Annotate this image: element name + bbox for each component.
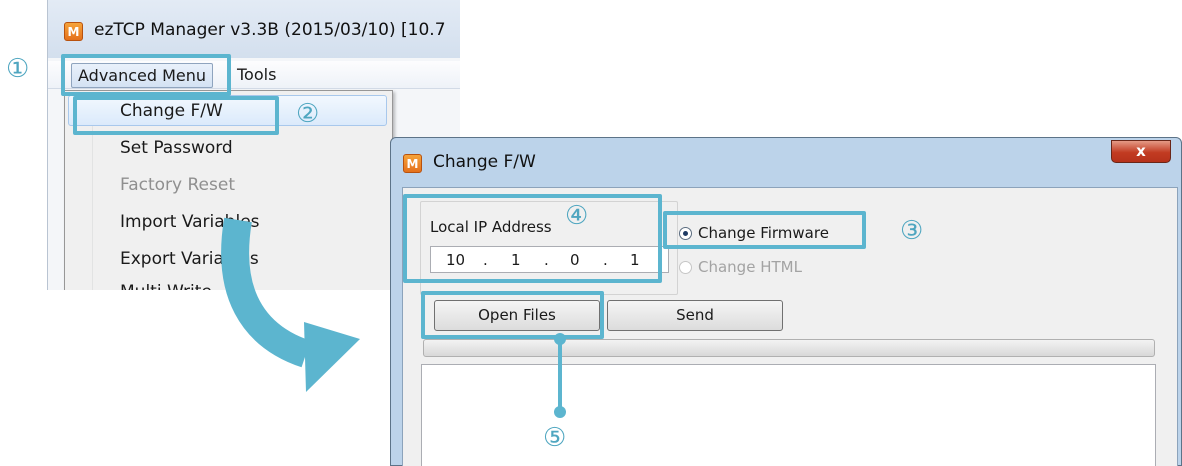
connector-dot-top: [554, 333, 566, 345]
connector-dot-bottom: [554, 406, 566, 418]
callout-4: ④: [565, 201, 589, 231]
callout-5: ⑤: [543, 423, 567, 453]
callout-3: ③: [900, 216, 924, 246]
callout-connector: [554, 333, 566, 418]
callout-1: ①: [6, 54, 30, 84]
callout-2: ②: [296, 99, 320, 129]
